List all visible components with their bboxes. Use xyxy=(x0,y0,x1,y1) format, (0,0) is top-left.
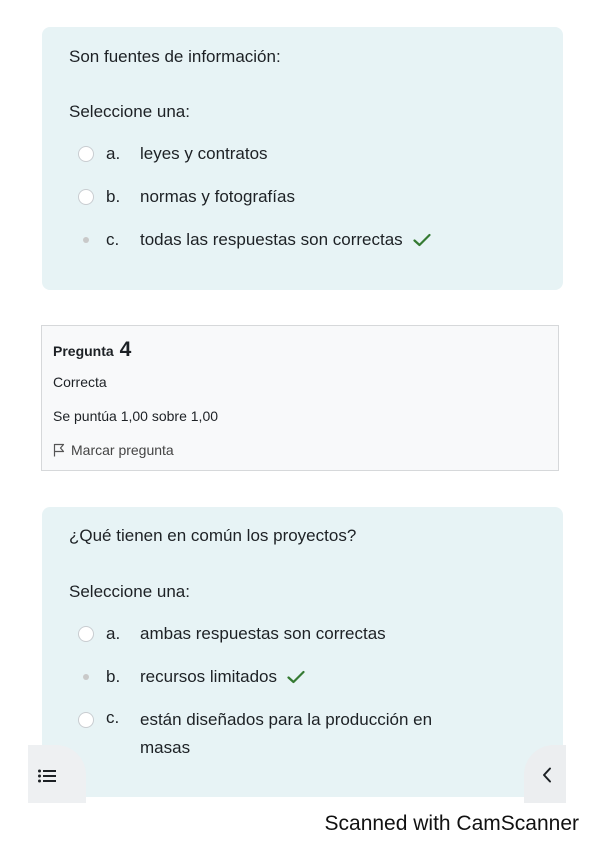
option-b[interactable]: b. recursos limitados xyxy=(78,665,305,689)
radio-button[interactable] xyxy=(78,712,94,728)
question-number-value: 4 xyxy=(119,338,132,361)
option-label-line1: están diseñados para la producción en xyxy=(140,710,433,729)
option-c[interactable]: c. todas las respuestas son correctas xyxy=(78,228,431,252)
question-label: Pregunta xyxy=(53,343,114,359)
answer-prompt: Seleccione una: xyxy=(69,582,190,601)
option-letter: b. xyxy=(106,667,121,686)
flag-icon xyxy=(53,443,65,457)
option-label: leyes y contratos xyxy=(140,144,268,163)
course-index-button[interactable] xyxy=(28,745,86,803)
check-icon xyxy=(413,233,431,247)
flag-label: Marcar pregunta xyxy=(71,442,174,458)
option-c[interactable]: c. están diseñados para la producción en… xyxy=(78,708,432,762)
question-3-card: Son fuentes de información: Seleccione u… xyxy=(42,27,563,290)
option-a[interactable]: a. leyes y contratos xyxy=(78,142,268,166)
option-letter: c. xyxy=(106,708,120,727)
list-icon xyxy=(38,769,56,783)
option-label: están diseñados para la producción en ma… xyxy=(140,706,432,762)
chevron-left-icon xyxy=(543,767,551,783)
option-label: ambas respuestas son correctas xyxy=(140,624,386,643)
option-letter: a. xyxy=(106,624,121,643)
question-text: Son fuentes de información: xyxy=(69,47,281,66)
question-grade: Se puntúa 1,00 sobre 1,00 xyxy=(53,408,219,424)
question-info-box: Pregunta 4 Correcta Se puntúa 1,00 sobre… xyxy=(41,325,559,471)
check-icon xyxy=(287,670,305,684)
radio-button-selected[interactable] xyxy=(78,669,94,685)
option-letter: c. xyxy=(106,230,120,249)
question-number: Pregunta 4 xyxy=(53,338,131,362)
question-state: Correcta xyxy=(53,374,107,390)
scanner-watermark: Scanned with CamScanner xyxy=(324,812,579,835)
radio-button[interactable] xyxy=(78,626,94,642)
option-letter: b. xyxy=(106,187,121,206)
option-label: normas y fotografías xyxy=(140,187,295,206)
question-text: ¿Qué tienen en común los proyectos? xyxy=(69,526,357,545)
option-label: recursos limitados xyxy=(140,667,277,686)
question-4-card: ¿Qué tienen en común los proyectos? Sele… xyxy=(42,507,563,797)
option-a[interactable]: a. ambas respuestas son correctas xyxy=(78,622,386,646)
flag-question-link[interactable]: Marcar pregunta xyxy=(53,442,174,458)
option-b[interactable]: b. normas y fotografías xyxy=(78,185,295,209)
option-label: todas las respuestas son correctas xyxy=(140,230,403,249)
option-letter: a. xyxy=(106,144,121,163)
option-label-line2: masas xyxy=(140,738,191,757)
radio-button-selected[interactable] xyxy=(78,232,94,248)
radio-button[interactable] xyxy=(78,146,94,162)
radio-button[interactable] xyxy=(78,189,94,205)
answer-prompt: Seleccione una: xyxy=(69,102,190,121)
